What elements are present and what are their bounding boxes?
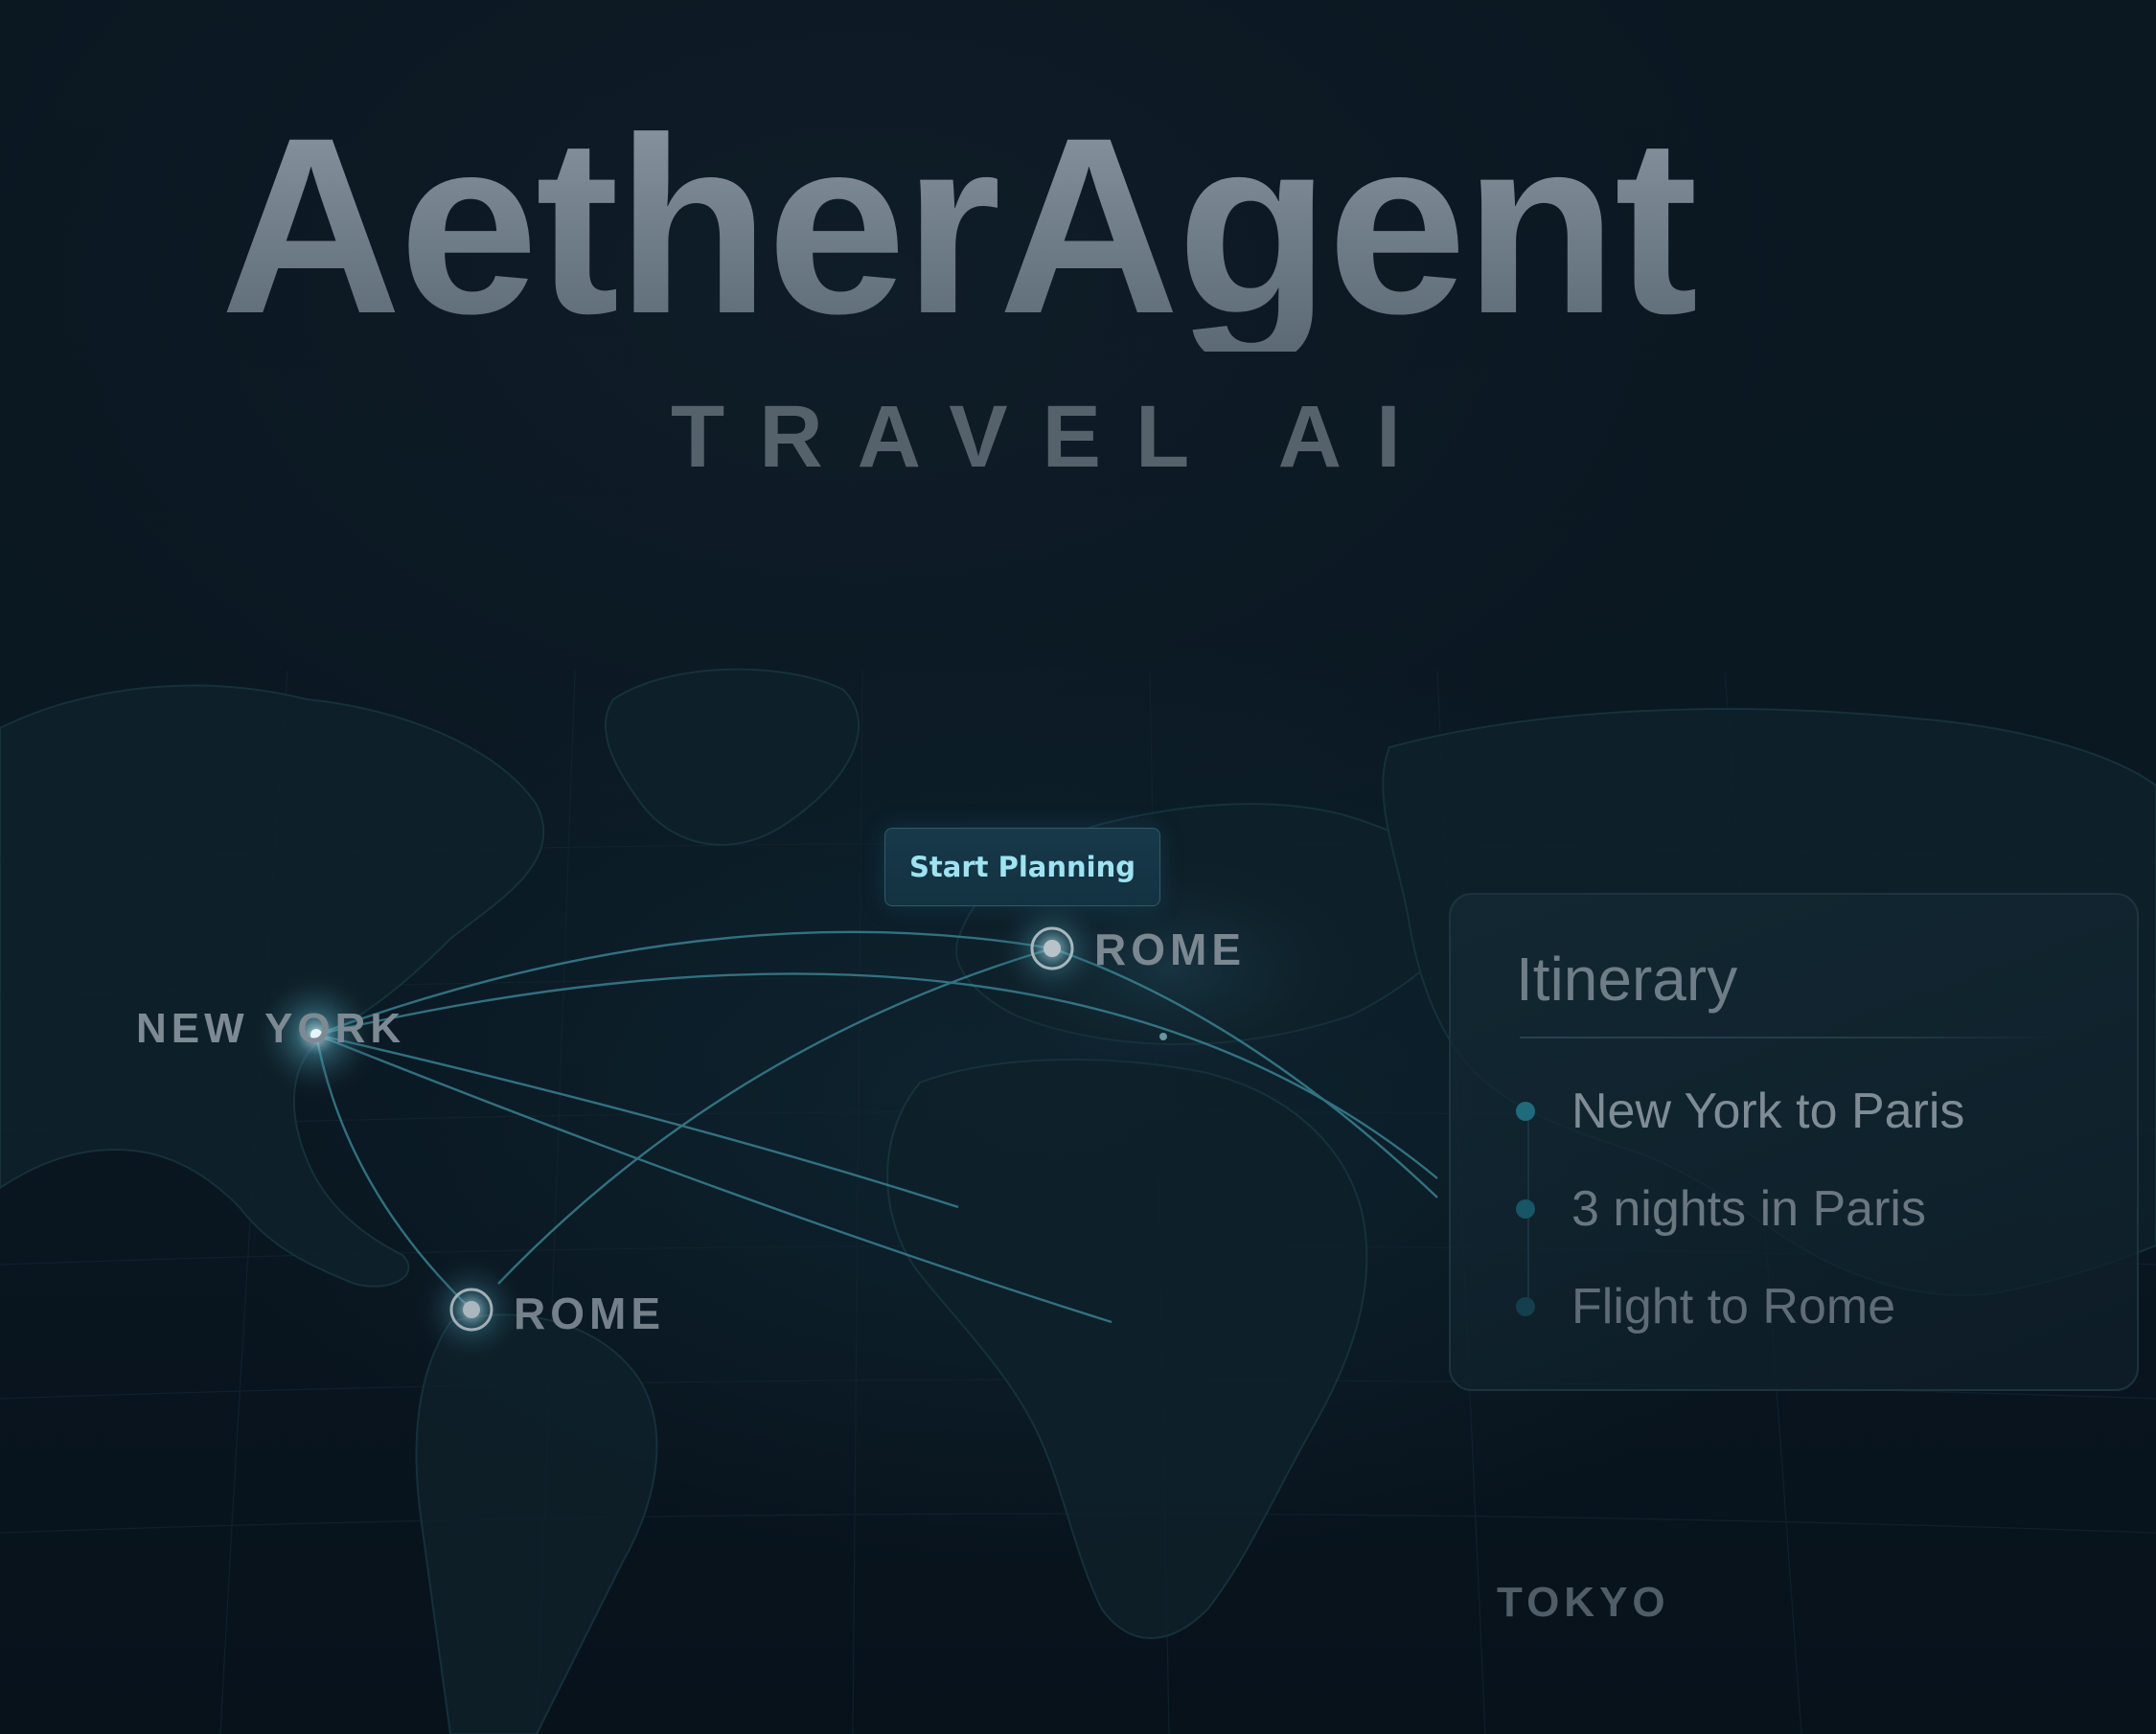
city-label-rome-europe: ROME [1094,924,1246,974]
itinerary-item[interactable]: 3 nights in Paris [1506,1180,2100,1238]
south-america-shape [415,1313,658,1734]
city-label-tokyo: TOKYO [1497,1579,1670,1626]
city-label-new-york: NEW YORK [136,1005,406,1052]
itinerary-dot-icon [1516,1199,1535,1219]
start-planning-button[interactable]: Start Planning [884,828,1160,906]
itinerary-item-label: New York to Paris [1571,1084,1965,1139]
greenland-shape [605,668,860,846]
route-ny-to-africa-1 [315,1033,959,1209]
city-label-rome-south: ROME [514,1289,665,1338]
itinerary-dot-icon [1516,1297,1535,1316]
brand-subtitle: TRAVEL AI [671,388,1435,486]
itinerary-item[interactable]: Flight to Rome [1506,1278,2100,1335]
africa-shape [886,1059,1368,1639]
itinerary-title: Itinerary [1516,945,1738,1014]
itinerary-divider [1520,1037,2056,1038]
app-stage: AetherAgent TRAVEL AI Start Planning NEW… [0,0,2156,1734]
itinerary-item-label: 3 nights in Paris [1571,1181,1926,1237]
city-point-small [1159,1033,1167,1040]
itinerary-dot-icon [1516,1102,1535,1121]
itinerary-item[interactable]: New York to Paris [1506,1083,2100,1140]
brand-title: AetherAgent [220,101,1734,352]
itinerary-item-label: Flight to Rome [1571,1279,1896,1335]
